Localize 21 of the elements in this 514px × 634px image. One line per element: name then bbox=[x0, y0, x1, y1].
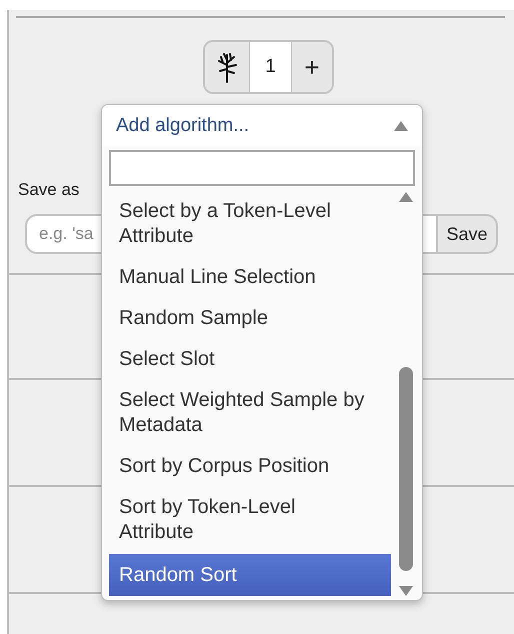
dropdown-option[interactable]: Select Weighted Sample by Metadata bbox=[109, 381, 391, 446]
dropdown-option[interactable]: Select Slot bbox=[109, 340, 391, 380]
dropdown-option[interactable]: Random Sample bbox=[109, 299, 391, 339]
tree-icon bbox=[215, 51, 239, 83]
add-button[interactable]: + bbox=[292, 42, 332, 92]
search-field[interactable] bbox=[109, 150, 415, 186]
dropdown-header[interactable]: Add algorithm... bbox=[102, 105, 422, 146]
dropdown-option[interactable]: Sort by Token-Level Attribute bbox=[109, 488, 391, 553]
count-value: 1 bbox=[250, 42, 292, 92]
scroll-up-icon[interactable] bbox=[399, 192, 413, 202]
scroll-thumb[interactable] bbox=[399, 367, 413, 571]
scroll-down-icon[interactable] bbox=[399, 586, 413, 596]
dropdown-option[interactable]: Manual Line Selection bbox=[109, 258, 391, 298]
tree-button[interactable] bbox=[205, 42, 250, 92]
dropdown-option[interactable]: Random Sort bbox=[109, 554, 391, 596]
save-button[interactable]: Save bbox=[436, 214, 498, 254]
dropdown-option[interactable]: Select by a Token-Level Attribute bbox=[109, 192, 391, 257]
dropdown-title: Add algorithm... bbox=[116, 114, 250, 136]
dropdown-option[interactable]: Sort by Corpus Position bbox=[109, 447, 391, 487]
caret-icon[interactable] bbox=[394, 120, 408, 130]
save-label: Save as bbox=[18, 180, 80, 200]
